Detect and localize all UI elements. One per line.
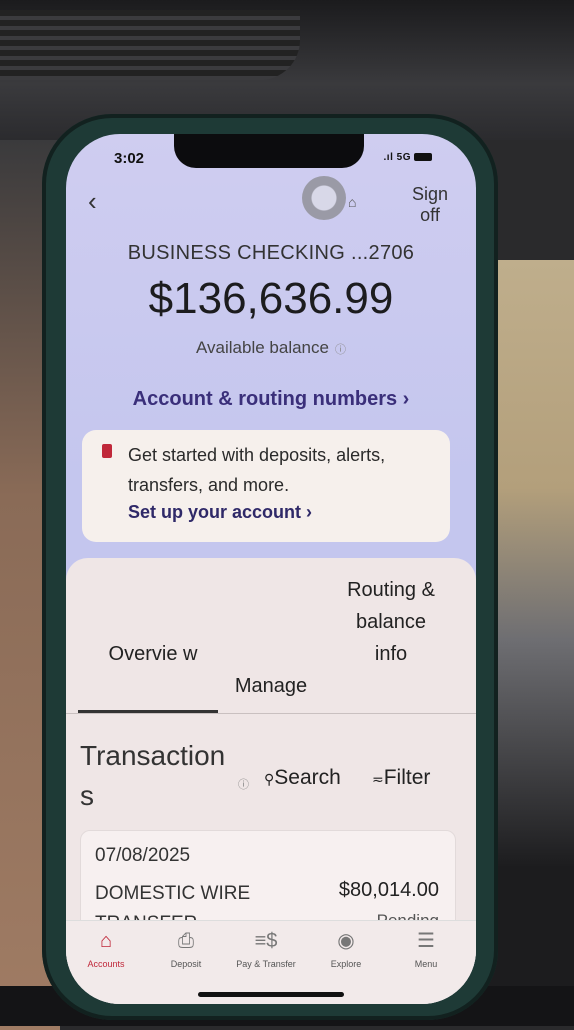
- tab-manage[interactable]: Manage: [216, 670, 326, 702]
- nav-explore-label: Explore: [330, 959, 362, 969]
- home-icon: ⌂: [99, 930, 113, 952]
- filter-label: Filter: [383, 766, 431, 789]
- signal-icon: .ıl: [383, 152, 397, 163]
- info-icon[interactable]: ⓘ: [335, 344, 346, 356]
- compass-icon: ◉: [337, 930, 355, 952]
- battery-icon: [414, 153, 432, 162]
- sign-off-line2: off: [420, 205, 440, 225]
- nav-deposit-label: Deposit: [170, 959, 202, 969]
- status-time: 3:02: [114, 150, 145, 167]
- back-chevron-icon[interactable]: ‹: [88, 186, 97, 217]
- transaction-amount: $80,014.00: [338, 879, 439, 901]
- nav-menu[interactable]: ☰ Menu: [386, 929, 466, 969]
- menu-icon: ☰: [417, 930, 435, 952]
- status-indicators: .ıl 5G: [384, 152, 432, 163]
- search-icon: ⚲: [264, 771, 275, 787]
- filter-icon: ≂: [372, 771, 384, 787]
- transactions-heading: Transactions: [80, 740, 226, 811]
- balance-label-row: Available balance ⓘ: [66, 338, 476, 358]
- tab-routing-balance-info[interactable]: Routing & balance info: [338, 574, 444, 670]
- setup-account-link[interactable]: Set up your account ›: [128, 502, 312, 523]
- nav-explore[interactable]: ◉ Explore: [306, 929, 386, 969]
- search-button[interactable]: ⚲Search: [264, 766, 341, 790]
- nav-accounts-label: Accounts: [87, 959, 125, 969]
- promo-text: Get started with deposits, alerts, trans…: [128, 445, 386, 495]
- dollar-icon: ≡$: [254, 930, 278, 952]
- background-vent: [0, 10, 300, 80]
- account-title: BUSINESS CHECKING ...2706: [127, 242, 415, 264]
- filter-button[interactable]: ≂Filter: [372, 766, 430, 790]
- sign-off-line1: Sign: [411, 184, 449, 204]
- phone-screen: 3:02 .ıl 5G ‹ ⌂ Sign off BUSINESS CHECKI…: [66, 134, 476, 1004]
- nav-pay-transfer[interactable]: ≡$ Pay & Transfer: [226, 929, 306, 969]
- promo-icon: [102, 444, 112, 458]
- tab-overview[interactable]: Overvie w: [88, 638, 218, 670]
- nav-pay-transfer-label: Pay & Transfer: [236, 959, 296, 969]
- network-label: 5G: [396, 152, 411, 163]
- account-balance: $136,636.99: [148, 274, 394, 323]
- sign-off-button[interactable]: Sign off: [400, 184, 460, 226]
- avatar[interactable]: [302, 176, 346, 220]
- notch: [174, 134, 364, 168]
- promo-card: Get started with deposits, alerts, trans…: [82, 430, 450, 542]
- routing-numbers-link[interactable]: Account & routing numbers ›: [66, 388, 476, 411]
- transaction-date: 07/08/2025: [95, 845, 191, 866]
- nav-accounts[interactable]: ⌂ Accounts: [66, 929, 146, 969]
- bell-icon[interactable]: ⌂: [348, 194, 356, 210]
- nav-menu-label: Menu: [414, 959, 438, 969]
- tab-divider: [66, 713, 476, 714]
- balance-label: Available balance: [196, 338, 329, 357]
- nav-deposit[interactable]: ⎙ Deposit: [146, 929, 226, 969]
- home-indicator: [198, 992, 344, 997]
- deposit-icon: ⎙: [178, 930, 194, 952]
- info-icon[interactable]: ⓘ: [238, 776, 249, 792]
- search-label: Search: [274, 766, 341, 789]
